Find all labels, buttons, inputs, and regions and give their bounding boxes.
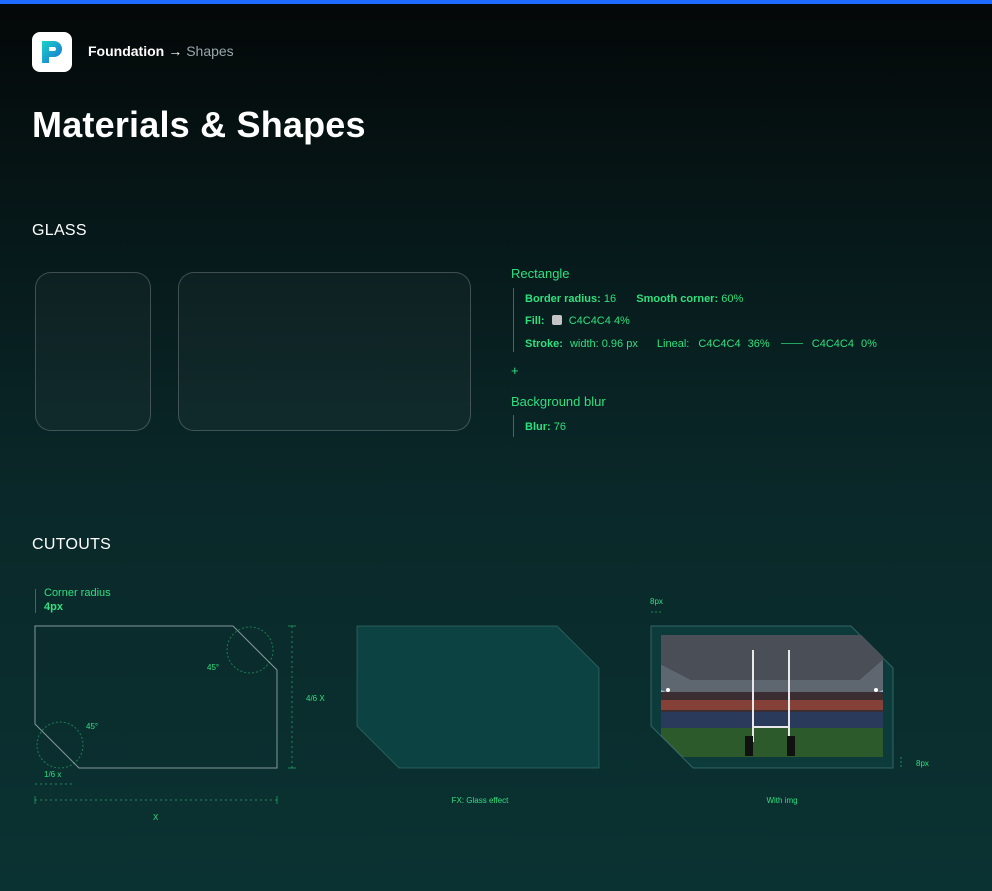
angle-label-top: 45° (207, 663, 220, 672)
height-label: 4/6 X (306, 694, 325, 703)
angle-arc-top (226, 626, 274, 674)
angle-label-bottom: 45° (86, 722, 99, 731)
cut-label: 1/6 x (44, 770, 62, 779)
stadium-image (661, 635, 883, 757)
padding-bottom-label: 8px (916, 759, 929, 768)
glass-cutout-shape (356, 625, 600, 769)
cutout-diagrams (34, 611, 902, 804)
cutout-outline-shape (34, 625, 278, 769)
with-img-caption: With img (766, 796, 798, 805)
angle-arc-bottom (36, 721, 84, 769)
glass-effect-caption: FX: Glass effect (451, 796, 509, 805)
width-label: X (153, 813, 159, 822)
padding-top-label: 8px (650, 597, 663, 606)
